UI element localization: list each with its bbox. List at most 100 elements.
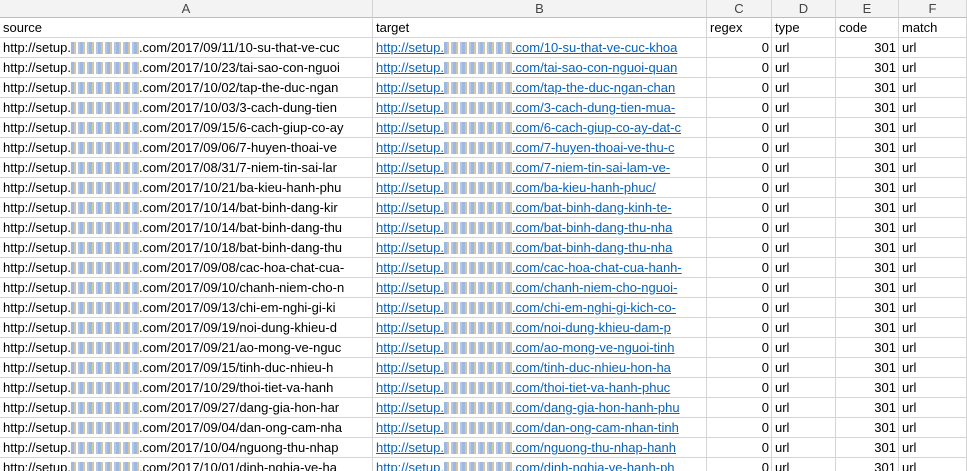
cell-match[interactable]: url: [899, 298, 967, 318]
target-url-path[interactable]: .com/10-su-that-ve-cuc-khoa: [512, 40, 677, 55]
target-url-path[interactable]: .com/dinh-nghia-ve-hanh-ph: [512, 460, 675, 471]
cell-code[interactable]: 301: [836, 98, 899, 118]
cell-target[interactable]: http://setup. .com/bat-binh-dang-thu-nha: [373, 218, 707, 238]
cell-target[interactable]: http://setup. .com/bat-binh-dang-thu-nha: [373, 238, 707, 258]
cell-code[interactable]: 301: [836, 358, 899, 378]
cell-source[interactable]: http://setup. .com/2017/10/29/thoi-tiet-v…: [0, 378, 373, 398]
cell-source[interactable]: http://setup. .com/2017/09/13/chi-em-nghi…: [0, 298, 373, 318]
cell-source[interactable]: http://setup. .com/2017/09/21/ao-mong-ve-…: [0, 338, 373, 358]
cell-regex[interactable]: 0: [707, 418, 772, 438]
target-url-prefix[interactable]: http://setup.: [376, 360, 444, 375]
cell-code[interactable]: 301: [836, 338, 899, 358]
target-url-path[interactable]: .com/noi-dung-khieu-dam-p: [512, 320, 671, 335]
cell-match[interactable]: url: [899, 438, 967, 458]
target-url-path[interactable]: .com/chi-em-nghi-gi-kich-co-: [512, 300, 676, 315]
target-url-prefix[interactable]: http://setup.: [376, 420, 444, 435]
cell-source[interactable]: http://setup. .com/2017/10/04/nguong-thu-…: [0, 438, 373, 458]
cell-type[interactable]: url: [772, 398, 836, 418]
cell-target[interactable]: http://setup. .com/6-cach-giup-co-ay-dat-…: [373, 118, 707, 138]
target-url-prefix[interactable]: http://setup.: [376, 400, 444, 415]
target-url-path[interactable]: .com/bat-binh-dang-thu-nha: [512, 240, 672, 255]
column-header-d[interactable]: D: [772, 0, 836, 18]
cell-source-header[interactable]: source: [0, 18, 373, 38]
cell-type[interactable]: url: [772, 78, 836, 98]
cell-type[interactable]: url: [772, 38, 836, 58]
cell-code[interactable]: 301: [836, 298, 899, 318]
cell-code[interactable]: 301: [836, 438, 899, 458]
cell-match[interactable]: url: [899, 198, 967, 218]
target-url-path[interactable]: .com/bat-binh-dang-kinh-te-: [512, 200, 672, 215]
cell-source[interactable]: http://setup. .com/2017/10/01/dinh-nghia-…: [0, 458, 373, 471]
cell-target[interactable]: http://setup. .com/thoi-tiet-va-hanh-phuc: [373, 378, 707, 398]
target-url-path[interactable]: .com/dan-ong-cam-nhan-tinh: [512, 420, 679, 435]
target-url-path[interactable]: .com/chanh-niem-cho-nguoi-: [512, 280, 677, 295]
cell-regex[interactable]: 0: [707, 458, 772, 471]
cell-code[interactable]: 301: [836, 318, 899, 338]
cell-source[interactable]: http://setup. .com/2017/09/27/dang-gia-ho…: [0, 398, 373, 418]
cell-target[interactable]: http://setup. .com/cac-hoa-chat-cua-hanh-: [373, 258, 707, 278]
target-url-prefix[interactable]: http://setup.: [376, 460, 444, 471]
target-url-prefix[interactable]: http://setup.: [376, 260, 444, 275]
target-url-prefix[interactable]: http://setup.: [376, 80, 444, 95]
cell-match[interactable]: url: [899, 78, 967, 98]
cell-type[interactable]: url: [772, 98, 836, 118]
target-url-prefix[interactable]: http://setup.: [376, 60, 444, 75]
cell-code[interactable]: 301: [836, 198, 899, 218]
cell-code[interactable]: 301: [836, 238, 899, 258]
target-url-path[interactable]: .com/ba-kieu-hanh-phuc/: [512, 180, 656, 195]
cell-source[interactable]: http://setup. .com/2017/09/06/7-huyen-tho…: [0, 138, 373, 158]
cell-source[interactable]: http://setup. .com/2017/10/03/3-cach-dung…: [0, 98, 373, 118]
cell-regex[interactable]: 0: [707, 138, 772, 158]
cell-regex[interactable]: 0: [707, 178, 772, 198]
cell-source[interactable]: http://setup. .com/2017/09/10/chanh-niem-…: [0, 278, 373, 298]
target-url-path[interactable]: .com/cac-hoa-chat-cua-hanh-: [512, 260, 682, 275]
cell-type[interactable]: url: [772, 118, 836, 138]
cell-target[interactable]: http://setup. .com/10-su-that-ve-cuc-khoa: [373, 38, 707, 58]
cell-match[interactable]: url: [899, 378, 967, 398]
target-url-path[interactable]: .com/dang-gia-hon-hanh-phu: [512, 400, 680, 415]
target-url-path[interactable]: .com/tai-sao-con-nguoi-quan: [512, 60, 677, 75]
cell-target[interactable]: http://setup. .com/tinh-duc-nhieu-hon-ha: [373, 358, 707, 378]
cell-match[interactable]: url: [899, 278, 967, 298]
cell-code[interactable]: 301: [836, 118, 899, 138]
cell-target[interactable]: http://setup. .com/chanh-niem-cho-nguoi-: [373, 278, 707, 298]
cell-match[interactable]: url: [899, 238, 967, 258]
cell-code[interactable]: 301: [836, 458, 899, 471]
cell-target[interactable]: http://setup. .com/dang-gia-hon-hanh-phu: [373, 398, 707, 418]
cell-target[interactable]: http://setup. .com/dan-ong-cam-nhan-tinh: [373, 418, 707, 438]
cell-match[interactable]: url: [899, 398, 967, 418]
cell-match[interactable]: url: [899, 38, 967, 58]
target-url-prefix[interactable]: http://setup.: [376, 200, 444, 215]
cell-source[interactable]: http://setup. .com/2017/10/23/tai-sao-con…: [0, 58, 373, 78]
target-url-path[interactable]: .com/ao-mong-ve-nguoi-tinh: [512, 340, 675, 355]
column-header-e[interactable]: E: [836, 0, 899, 18]
cell-regex[interactable]: 0: [707, 378, 772, 398]
cell-code[interactable]: 301: [836, 38, 899, 58]
cell-code[interactable]: 301: [836, 398, 899, 418]
cell-regex[interactable]: 0: [707, 278, 772, 298]
column-header-a[interactable]: A: [0, 0, 373, 18]
cell-regex[interactable]: 0: [707, 238, 772, 258]
cell-code[interactable]: 301: [836, 78, 899, 98]
target-url-prefix[interactable]: http://setup.: [376, 40, 444, 55]
cell-target[interactable]: http://setup. .com/ao-mong-ve-nguoi-tinh: [373, 338, 707, 358]
cell-match[interactable]: url: [899, 358, 967, 378]
cell-regex[interactable]: 0: [707, 198, 772, 218]
cell-target-header[interactable]: target: [373, 18, 707, 38]
cell-regex[interactable]: 0: [707, 158, 772, 178]
cell-code[interactable]: 301: [836, 218, 899, 238]
cell-source[interactable]: http://setup. .com/2017/10/14/bat-binh-da…: [0, 198, 373, 218]
cell-type[interactable]: url: [772, 58, 836, 78]
cell-code[interactable]: 301: [836, 178, 899, 198]
cell-regex[interactable]: 0: [707, 118, 772, 138]
cell-target[interactable]: http://setup. .com/7-huyen-thoai-ve-thu-c: [373, 138, 707, 158]
cell-regex[interactable]: 0: [707, 358, 772, 378]
cell-type[interactable]: url: [772, 378, 836, 398]
cell-type[interactable]: url: [772, 318, 836, 338]
cell-regex[interactable]: 0: [707, 398, 772, 418]
cell-match[interactable]: url: [899, 58, 967, 78]
cell-code[interactable]: 301: [836, 418, 899, 438]
target-url-prefix[interactable]: http://setup.: [376, 380, 444, 395]
cell-target[interactable]: http://setup. .com/7-niem-tin-sai-lam-ve-: [373, 158, 707, 178]
target-url-prefix[interactable]: http://setup.: [376, 440, 444, 455]
